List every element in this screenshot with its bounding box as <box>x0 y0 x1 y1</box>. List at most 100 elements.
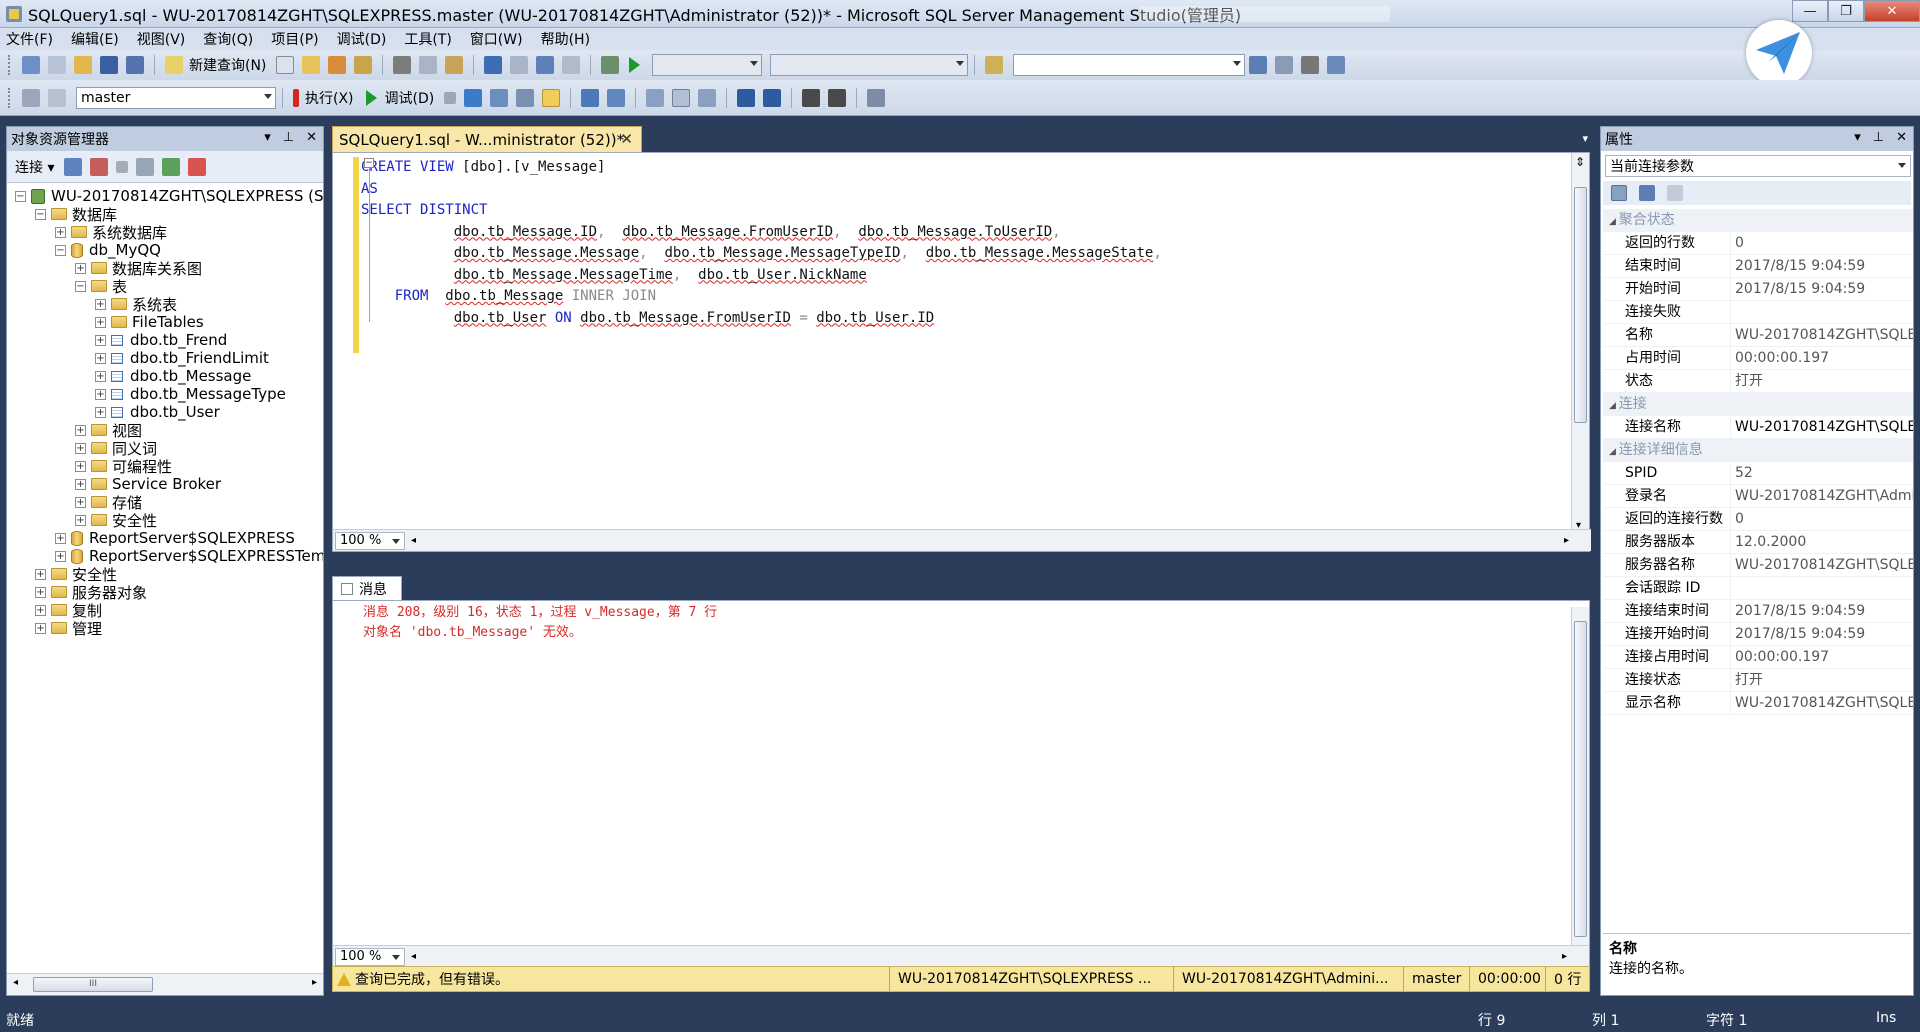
property-category[interactable]: 聚合状态 <box>1603 209 1913 232</box>
menu-debug[interactable]: 调试(D) <box>337 29 387 49</box>
find-in-files-icon[interactable] <box>985 56 1004 74</box>
start-debug-icon[interactable] <box>629 57 641 73</box>
property-category[interactable]: 连接 <box>1603 393 1913 416</box>
results-zoom-select[interactable]: 100 % <box>335 947 405 966</box>
property-row[interactable]: 连接结束时间 2017/8/15 9:04:59 <box>1603 599 1913 623</box>
new-query-icon[interactable] <box>165 56 183 74</box>
expand-icon[interactable]: + <box>75 514 86 526</box>
solution-explorer-icon[interactable] <box>1249 56 1268 74</box>
tab-dropdown-icon[interactable]: ▾ <box>1582 132 1588 145</box>
results-vscroll[interactable] <box>1571 607 1589 953</box>
property-row[interactable]: 名称WU-20170814ZGHT\SQLEXPRESS <box>1603 323 1913 347</box>
menu-window[interactable]: 窗口(W) <box>470 29 523 49</box>
close-panel-icon[interactable]: ✕ <box>306 130 317 145</box>
comment-icon[interactable] <box>737 88 756 107</box>
results-to-grid-icon[interactable] <box>672 88 691 107</box>
scroll-right-icon[interactable]: ▸ <box>1564 535 1569 546</box>
property-row[interactable]: 服务器版本 12.0.2000 <box>1603 530 1913 554</box>
window-layout-icon[interactable] <box>1327 56 1346 74</box>
collapse-icon[interactable]: − <box>35 208 46 220</box>
expand-icon[interactable]: + <box>95 406 106 418</box>
property-row[interactable]: 服务器名称WU-20170814ZGHT\SQLEXPRESS <box>1603 553 1913 577</box>
scroll-left-icon[interactable]: ◂ <box>411 535 416 546</box>
xmla-query-icon[interactable] <box>354 56 373 74</box>
expand-icon[interactable]: + <box>95 334 106 346</box>
expand-icon[interactable]: + <box>35 604 46 616</box>
analysis-query-icon[interactable] <box>302 56 321 74</box>
scroll-thumb[interactable]: III <box>33 977 153 992</box>
change-connection-icon[interactable] <box>48 88 66 107</box>
specify-values-icon[interactable] <box>867 88 886 107</box>
properties-object-select[interactable]: 当前连接参数 <box>1605 155 1911 177</box>
property-row[interactable]: 状态 打开 <box>1603 369 1913 393</box>
scroll-left-icon[interactable]: ◂ <box>411 951 416 962</box>
results-to-text-icon[interactable] <box>646 88 665 107</box>
pin-icon[interactable]: ⊥ <box>1873 130 1884 145</box>
expand-icon[interactable]: + <box>75 424 86 436</box>
expand-icon[interactable]: + <box>95 388 106 400</box>
new-query-button[interactable]: 新建查询(N) <box>189 55 266 75</box>
live-stats-icon[interactable] <box>607 88 626 107</box>
undo-icon[interactable] <box>484 56 503 74</box>
open-folder-icon[interactable] <box>74 56 92 74</box>
stop-icon[interactable] <box>116 160 129 173</box>
include-plan-icon[interactable] <box>581 88 600 107</box>
increase-indent-icon[interactable] <box>828 88 847 107</box>
expand-icon[interactable]: + <box>75 496 86 508</box>
debug-play-icon[interactable] <box>365 89 377 106</box>
property-row[interactable]: 开始时间 2017/8/15 9:04:59 <box>1603 277 1913 301</box>
property-row[interactable]: 连接失败 <box>1603 300 1913 324</box>
scroll-right-icon[interactable]: ▸ <box>1562 951 1567 962</box>
menu-view[interactable]: 视图(V) <box>137 29 186 49</box>
query-designer-icon[interactable] <box>516 88 535 107</box>
tab-messages[interactable]: 消息 <box>332 576 402 600</box>
editor-zoom-select[interactable]: 100 % <box>335 531 405 550</box>
expand-icon[interactable]: + <box>35 622 46 634</box>
menu-tools[interactable]: 工具(T) <box>404 29 451 49</box>
close-tab-icon[interactable]: ✕ <box>620 130 633 148</box>
property-row[interactable]: 会话跟踪 ID <box>1603 576 1913 600</box>
tree-node-management[interactable]: + 管理 <box>35 617 102 639</box>
results-to-file-icon[interactable] <box>698 88 717 107</box>
close-panel-icon[interactable]: ✕ <box>1896 130 1907 145</box>
parse-icon[interactable] <box>464 88 483 107</box>
menu-help[interactable]: 帮助(H) <box>541 29 590 49</box>
expand-icon[interactable]: + <box>95 298 106 310</box>
property-row[interactable]: 连接占用时间 00:00:00.197 <box>1603 645 1913 669</box>
intellisense-icon[interactable] <box>542 88 561 107</box>
alphabetical-icon[interactable] <box>1639 185 1655 201</box>
expand-icon[interactable]: + <box>55 550 66 562</box>
cancel-query-icon[interactable] <box>444 91 457 104</box>
cut-icon[interactable] <box>393 56 412 74</box>
filter-icon[interactable] <box>136 157 155 176</box>
property-row[interactable]: 登录名WU-20170814ZGHT\Administrator <box>1603 484 1913 508</box>
menu-project[interactable]: 项目(P) <box>271 29 318 49</box>
find-combo[interactable] <box>1013 54 1246 76</box>
copy-icon[interactable] <box>419 56 438 74</box>
available-databases-select[interactable]: master <box>76 86 276 109</box>
categorized-icon[interactable] <box>1611 185 1627 201</box>
close-button[interactable]: ✕ <box>1864 0 1920 22</box>
property-row[interactable]: 占用时间 00:00:00.197 <box>1603 346 1913 370</box>
save-icon[interactable] <box>100 56 118 74</box>
expand-icon[interactable]: + <box>75 460 86 472</box>
property-category[interactable]: 连接详细信息 <box>1603 439 1913 462</box>
object-explorer-hscroll[interactable]: ◂ III ▸ <box>7 973 323 995</box>
decrease-indent-icon[interactable] <box>802 88 821 107</box>
property-row[interactable]: 显示名称WU-20170814ZGHT\SQLEXPRESS <box>1603 691 1913 715</box>
fold-toggle-icon[interactable]: − <box>364 158 374 168</box>
reports-icon[interactable] <box>601 56 620 74</box>
solution-platform-select[interactable] <box>770 54 969 76</box>
uncomment-icon[interactable] <box>763 88 782 107</box>
save-all-icon[interactable] <box>126 56 144 74</box>
sql-code[interactable]: CREATE VIEW [dbo].[v_Message] AS SELECT … <box>361 157 1541 329</box>
toolbar-grip[interactable] <box>8 87 12 108</box>
mdx-query-icon[interactable] <box>328 56 347 74</box>
sql-editor[interactable]: CREATE VIEW [dbo].[v_Message] AS SELECT … <box>332 152 1591 552</box>
collapse-icon[interactable]: − <box>15 190 26 202</box>
find-icon[interactable] <box>562 56 581 74</box>
results-pane[interactable]: 消息 208，级别 16，状态 1，过程 v_Message，第 7 行 对象名… <box>332 600 1590 968</box>
debug-button[interactable]: 调试(D) <box>385 88 435 108</box>
panel-menu-icon[interactable]: ▾ <box>1854 130 1861 145</box>
property-pages-icon[interactable] <box>1667 185 1683 201</box>
